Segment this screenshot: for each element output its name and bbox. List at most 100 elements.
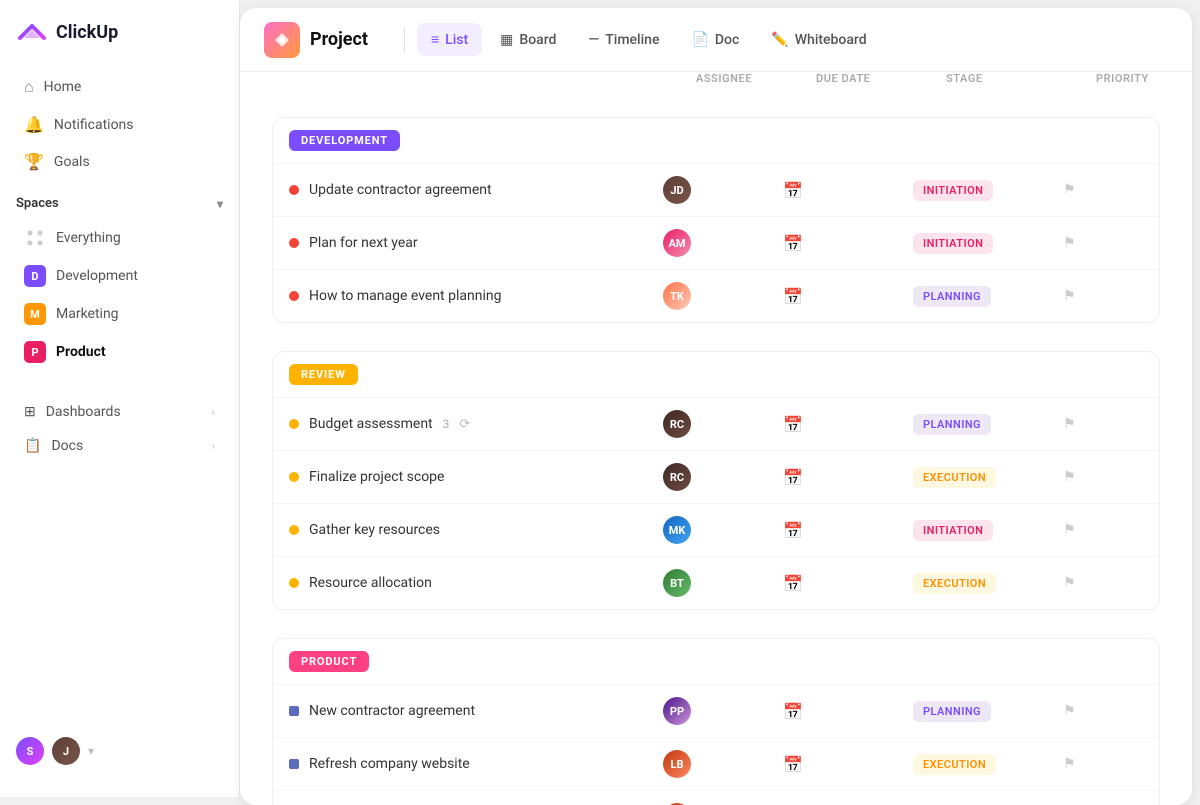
calendar-icon: 📅	[783, 574, 803, 593]
sidebar-item-everything[interactable]: Everything	[8, 219, 231, 257]
task-name: New contractor agreement	[309, 703, 475, 719]
task-left: Finalize project scope	[289, 469, 663, 485]
table-row[interactable]: Update contractor agreement JD 📅 INITIAT…	[273, 163, 1159, 216]
board-icon: ▦	[500, 32, 513, 48]
project-name: Project	[310, 29, 368, 50]
flag-icon: ⚑	[1063, 756, 1076, 772]
top-nav: Project ≡ List ▦ Board — Timeline 📄 Doc …	[240, 8, 1192, 72]
task-left: Plan for next year	[289, 235, 663, 251]
tab-timeline[interactable]: — Timeline	[574, 24, 673, 56]
task-name: Gather key resources	[309, 522, 440, 538]
task-name: Plan for next year	[309, 235, 418, 251]
flag-icon: ⚑	[1063, 703, 1076, 719]
assignee-cell: RC	[663, 410, 783, 438]
table-row[interactable]: Resource allocation BT 📅 EXECUTION ⚑	[273, 556, 1159, 609]
section-review-header: REVIEW	[273, 352, 1159, 397]
badge-product: PRODUCT	[289, 651, 369, 672]
table-header: ASSIGNEE DUE DATE STAGE PRIORITY	[240, 72, 1192, 93]
project-icon	[264, 22, 300, 58]
stage-cell: PLANNING	[913, 414, 1063, 435]
stage-cell: EXECUTION	[913, 467, 1063, 488]
tab-whiteboard-label: Whiteboard	[795, 32, 867, 48]
stage-badge: EXECUTION	[913, 754, 996, 775]
assignee-cell: BT	[663, 569, 783, 597]
sidebar-item-product[interactable]: P Product	[8, 333, 231, 371]
tab-board[interactable]: ▦ Board	[486, 24, 570, 56]
sidebar-item-development-label: Development	[56, 268, 138, 284]
date-cell: 📅	[783, 521, 913, 540]
assignee-cell: LB	[663, 750, 783, 778]
calendar-icon: 📅	[783, 755, 803, 774]
task-dot-blue	[289, 706, 299, 716]
task-dot-yellow	[289, 419, 299, 429]
task-dot-red	[289, 238, 299, 248]
date-cell: 📅	[783, 234, 913, 253]
sidebar: ClickUp ⌂ Home 🔔 Notifications 🏆 Goals S…	[0, 0, 240, 797]
task-left: Update contractor agreement	[289, 182, 663, 198]
assignee-cell: RC	[663, 463, 783, 491]
section-development-header: DEVELOPMENT	[273, 118, 1159, 163]
task-left: New contractor agreement	[289, 703, 663, 719]
sidebar-item-development[interactable]: D Development	[8, 257, 231, 295]
priority-cell: ⚑	[1063, 756, 1143, 772]
badge-development: DEVELOPMENT	[289, 130, 400, 151]
table-row[interactable]: Update key objectives 5 📎 LB 📅 EXECUTION…	[273, 790, 1159, 805]
sidebar-item-home[interactable]: ⌂ Home	[8, 68, 231, 106]
dashboards-icon: ⊞	[24, 404, 36, 420]
assignee-cell: AM	[663, 229, 783, 257]
task-left: How to manage event planning	[289, 288, 663, 304]
flag-icon: ⚑	[1063, 235, 1076, 251]
tab-list-label: List	[445, 32, 468, 48]
table-row[interactable]: Refresh company website LB 📅 EXECUTION ⚑	[273, 737, 1159, 790]
spaces-label: Spaces	[16, 196, 59, 211]
calendar-icon: 📅	[783, 287, 803, 306]
stage-badge: PLANNING	[913, 701, 991, 722]
assignee-cell: TK	[663, 282, 783, 310]
task-count: 3	[443, 417, 450, 431]
sidebar-item-dashboards[interactable]: ⊞ Dashboards ›	[8, 395, 231, 429]
col-priority: PRIORITY	[1096, 72, 1176, 85]
table-row[interactable]: Budget assessment 3 ⟳ RC 📅 PLANNING ⚑	[273, 397, 1159, 450]
tab-doc-label: Doc	[715, 32, 739, 48]
priority-cell: ⚑	[1063, 575, 1143, 591]
spaces-header[interactable]: Spaces ▾	[0, 180, 239, 219]
priority-cell: ⚑	[1063, 182, 1143, 198]
stage-cell: INITIATION	[913, 520, 1063, 541]
tab-doc[interactable]: 📄 Doc	[677, 24, 753, 56]
priority-cell: ⚑	[1063, 288, 1143, 304]
flag-icon: ⚑	[1063, 575, 1076, 591]
app-name: ClickUp	[56, 22, 118, 43]
sidebar-item-marketing[interactable]: M Marketing	[8, 295, 231, 333]
table-row[interactable]: Finalize project scope RC 📅 EXECUTION ⚑	[273, 450, 1159, 503]
table-row[interactable]: New contractor agreement PP 📅 PLANNING ⚑	[273, 684, 1159, 737]
table-row[interactable]: Gather key resources MK 📅 INITIATION ⚑	[273, 503, 1159, 556]
tab-board-label: Board	[519, 32, 556, 48]
avatar-chevron[interactable]: ▾	[88, 744, 94, 758]
content-area: DEVELOPMENT Update contractor agreement …	[240, 93, 1192, 805]
sidebar-item-goals[interactable]: 🏆 Goals	[8, 143, 231, 180]
flag-icon: ⚑	[1063, 522, 1076, 538]
flag-icon: ⚑	[1063, 288, 1076, 304]
avatar: BT	[663, 569, 691, 597]
task-name: Refresh company website	[309, 756, 470, 772]
stage-badge: INITIATION	[913, 180, 993, 201]
section-review: REVIEW Budget assessment 3 ⟳ RC 📅 PLANNI…	[272, 351, 1160, 610]
assignee-cell: MK	[663, 516, 783, 544]
table-row[interactable]: Plan for next year AM 📅 INITIATION ⚑	[273, 216, 1159, 269]
avatar: TK	[663, 282, 691, 310]
whiteboard-icon: ✏️	[771, 32, 788, 48]
sidebar-item-docs[interactable]: 📋 Docs ›	[8, 429, 231, 463]
table-row[interactable]: How to manage event planning TK 📅 PLANNI…	[273, 269, 1159, 322]
priority-cell: ⚑	[1063, 703, 1143, 719]
subtask-icon: ⟳	[459, 417, 470, 432]
badge-review: REVIEW	[289, 364, 358, 385]
tab-list[interactable]: ≡ List	[417, 23, 482, 56]
flag-icon: ⚑	[1063, 469, 1076, 485]
sidebar-item-home-label: Home	[44, 79, 82, 95]
sidebar-item-notifications[interactable]: 🔔 Notifications	[8, 106, 231, 143]
col-stage: STAGE	[946, 72, 1096, 85]
date-cell: 📅	[783, 415, 913, 434]
tab-whiteboard[interactable]: ✏️ Whiteboard	[757, 24, 880, 56]
tab-timeline-label: Timeline	[605, 32, 659, 48]
docs-left: 📋 Docs	[24, 438, 83, 454]
